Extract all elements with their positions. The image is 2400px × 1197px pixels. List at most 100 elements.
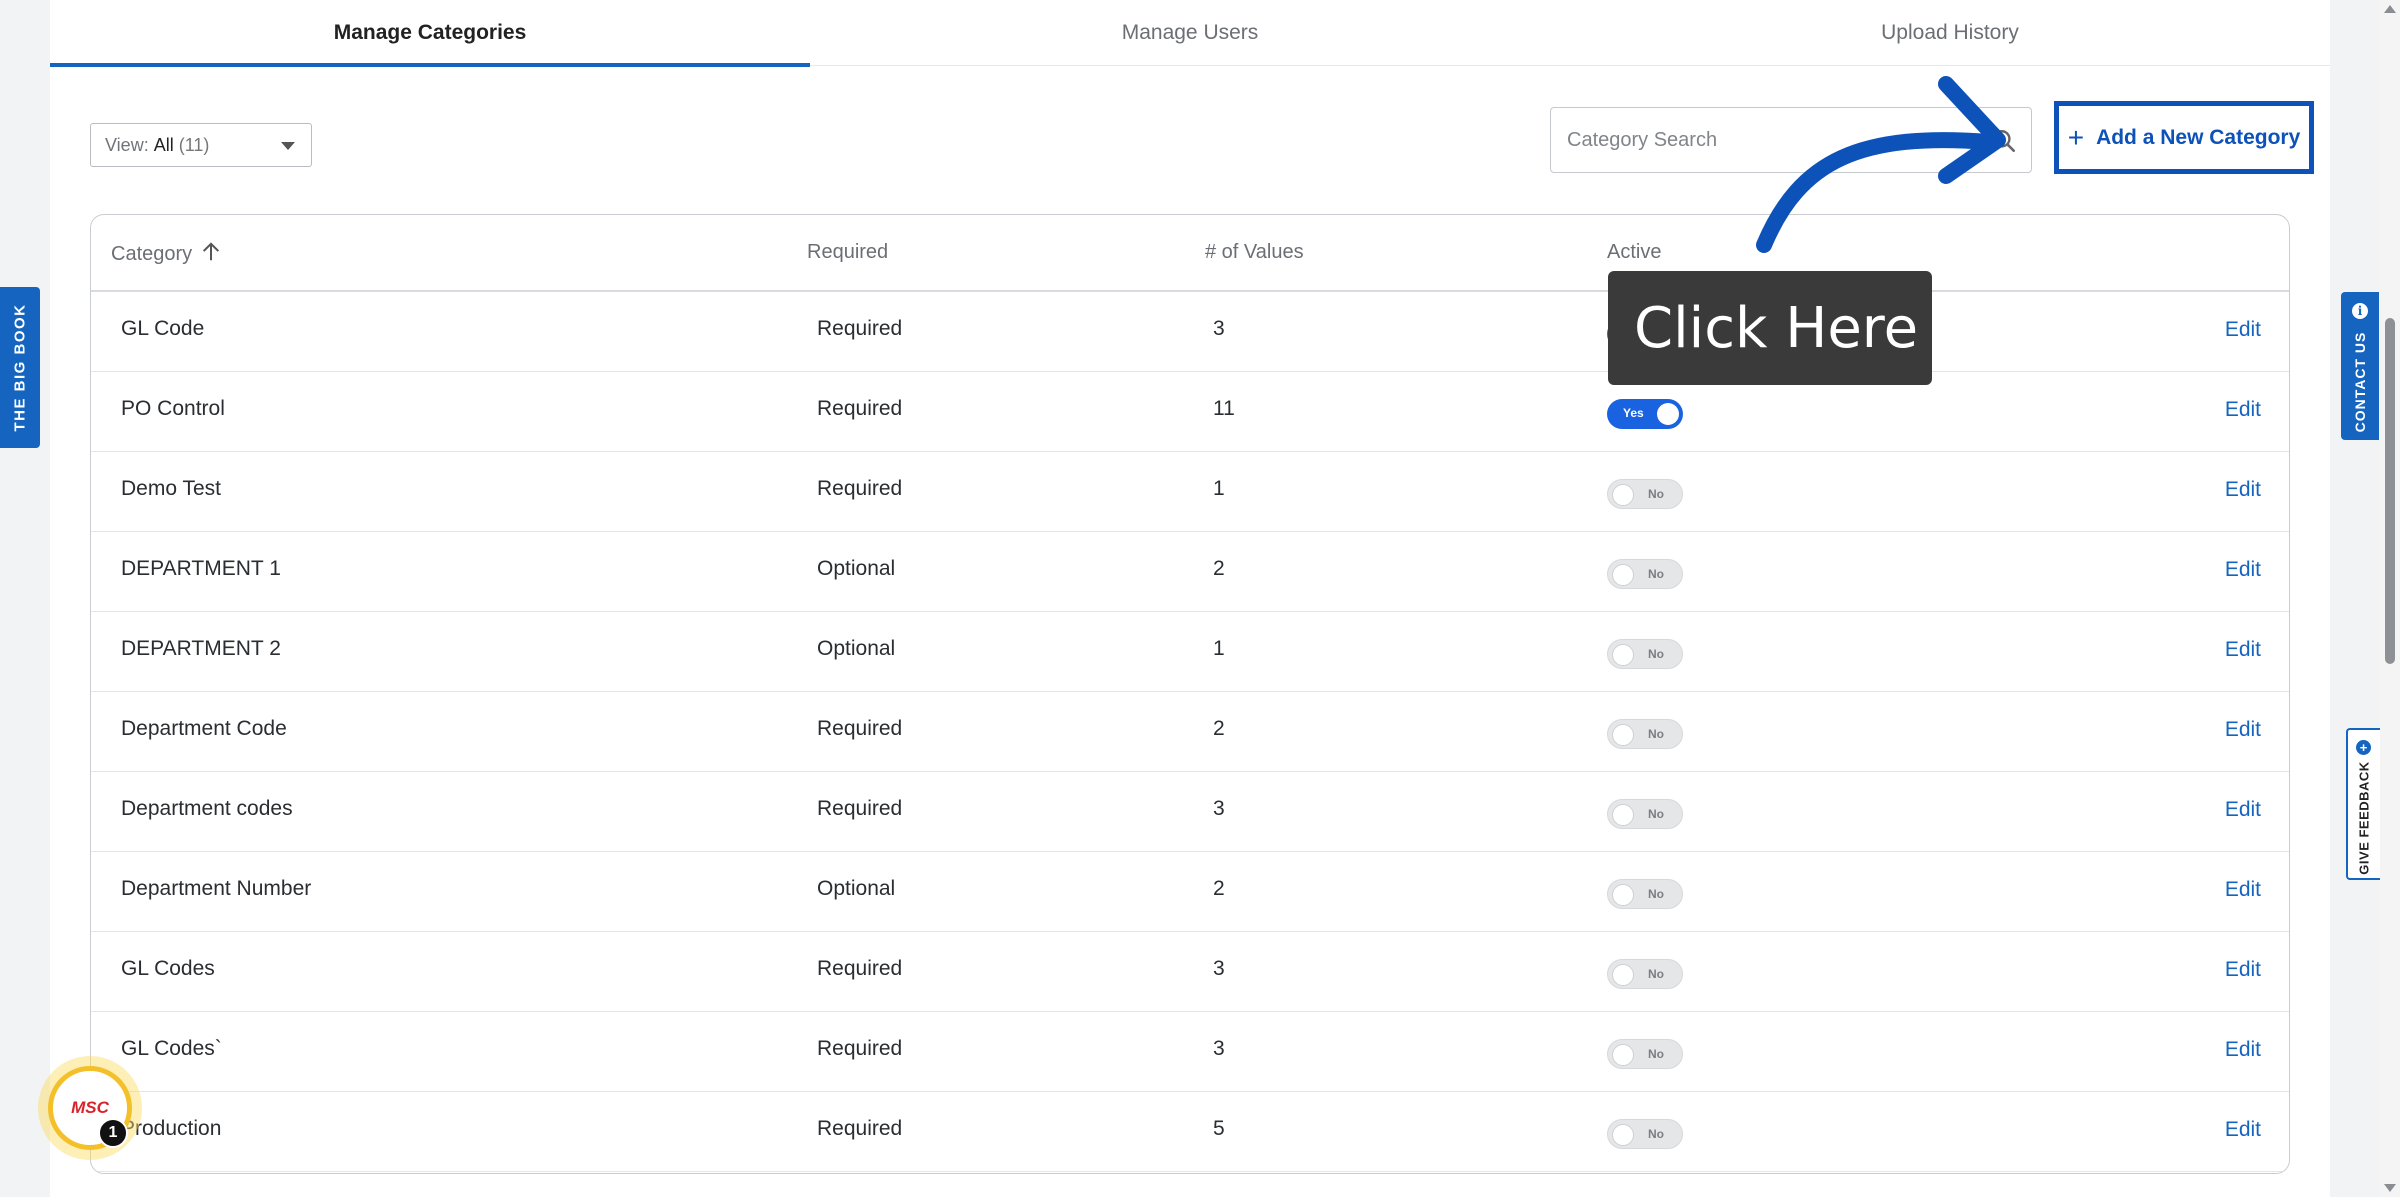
- edit-link[interactable]: Edit: [2225, 798, 2261, 822]
- active-toggle-label: No: [1648, 807, 1664, 821]
- active-toggle-label: No: [1648, 887, 1664, 901]
- active-toggle[interactable]: No: [1607, 479, 1683, 509]
- category-name: GL Codes`: [121, 1037, 222, 1060]
- values-count: 2: [1213, 877, 1225, 900]
- search-icon[interactable]: [1991, 128, 2017, 154]
- plus-circle-icon: +: [2356, 740, 2371, 755]
- toggle-knob: [1612, 804, 1634, 826]
- edit-link[interactable]: Edit: [2225, 1038, 2261, 1062]
- column-header-category[interactable]: Category: [111, 241, 222, 266]
- values-count: 3: [1213, 957, 1225, 980]
- edit-link[interactable]: Edit: [2225, 1118, 2261, 1142]
- category-name: GL Codes: [121, 957, 215, 980]
- required-status: Required: [817, 397, 903, 420]
- active-toggle[interactable]: No: [1607, 879, 1683, 909]
- table-row: Department codes Required 3 No Edit: [91, 772, 2289, 852]
- values-count: 1: [1213, 477, 1225, 500]
- toggle-knob: [1657, 403, 1679, 425]
- table-row: GL CodeRequired3YesEdit: [91, 292, 2289, 372]
- give-feedback-label: GIVE FEEDBACK: [2356, 761, 2372, 875]
- edit-link[interactable]: Edit: [2225, 478, 2261, 502]
- active-toggle[interactable]: Yes: [1607, 399, 1683, 429]
- values-count: 1: [1213, 637, 1225, 660]
- tooltip-text: Click Here: [1634, 295, 1919, 361]
- toggle-knob: [1612, 884, 1634, 906]
- active-toggle-label: No: [1648, 1047, 1664, 1061]
- required-status: Required: [817, 957, 903, 980]
- chevron-down-icon: [281, 142, 295, 150]
- table-row: Production Required 5 No Edit: [91, 1092, 2289, 1172]
- category-name: Department codes: [121, 797, 293, 820]
- active-toggle[interactable]: No: [1607, 959, 1683, 989]
- view-filter-select[interactable]: View: All (11): [90, 123, 312, 167]
- right-rail: [2330, 0, 2378, 1197]
- active-toggle-label: No: [1648, 487, 1664, 501]
- active-toggle[interactable]: No: [1607, 1039, 1683, 1069]
- info-icon: i: [2352, 303, 2368, 319]
- required-status: Required: [817, 317, 903, 340]
- required-status: Optional: [817, 877, 896, 900]
- edit-link[interactable]: Edit: [2225, 638, 2261, 662]
- active-toggle[interactable]: No: [1607, 799, 1683, 829]
- active-toggle-label: Yes: [1623, 406, 1644, 420]
- add-new-category-label: Add a New Category: [2096, 125, 2301, 149]
- edit-link[interactable]: Edit: [2225, 318, 2261, 342]
- table-row: PO Control Required 11 Yes Edit: [91, 372, 2289, 452]
- scroll-thumb[interactable]: [2385, 318, 2395, 664]
- required-status: Required: [817, 717, 903, 740]
- categories-table: Category Required # of Values Active GL …: [90, 214, 2290, 1174]
- tab-manage-users[interactable]: Manage Users: [810, 0, 1570, 66]
- active-toggle[interactable]: No: [1607, 1119, 1683, 1149]
- scroll-down-arrow-icon[interactable]: [2384, 1184, 2396, 1192]
- category-name: Demo Test: [121, 477, 221, 500]
- view-filter-prefix: View:: [105, 134, 149, 155]
- toggle-knob: [1612, 644, 1634, 666]
- page-scrollbar[interactable]: [2380, 0, 2400, 1197]
- active-toggle[interactable]: No: [1607, 719, 1683, 749]
- table-row: Department Code Required 2 No Edit: [91, 692, 2289, 772]
- active-toggle[interactable]: No: [1607, 639, 1683, 669]
- tab-bar: Manage Categories Manage Users Upload Hi…: [50, 0, 2330, 67]
- category-search-input[interactable]: [1567, 128, 1967, 152]
- category-name: PO Control: [121, 397, 225, 420]
- active-toggle-label: No: [1648, 567, 1664, 581]
- column-header-values: # of Values: [1205, 241, 1304, 263]
- table-row: Department Number Optional 2 No Edit: [91, 852, 2289, 932]
- table-row: GL Codes` Required 3 No Edit: [91, 1012, 2289, 1092]
- big-book-tab[interactable]: THE BIG BOOK: [0, 287, 40, 448]
- msc-notification-badge[interactable]: MSC 1: [38, 1056, 142, 1160]
- edit-link[interactable]: Edit: [2225, 398, 2261, 422]
- required-status: Required: [817, 477, 903, 500]
- values-count: 3: [1213, 797, 1225, 820]
- edit-link[interactable]: Edit: [2225, 878, 2261, 902]
- edit-link[interactable]: Edit: [2225, 558, 2261, 582]
- values-count: 5: [1213, 1117, 1225, 1140]
- edit-link[interactable]: Edit: [2225, 718, 2261, 742]
- tab-upload-history[interactable]: Upload History: [1570, 0, 2330, 66]
- table-header: Category Required # of Values Active: [91, 215, 2289, 292]
- column-header-required: Required: [807, 241, 889, 263]
- edit-link[interactable]: Edit: [2225, 958, 2261, 982]
- active-toggle-label: No: [1648, 1127, 1664, 1141]
- toggle-knob: [1612, 724, 1634, 746]
- values-count: 3: [1213, 317, 1225, 340]
- active-toggle-label: No: [1648, 967, 1664, 981]
- add-new-category-button[interactable]: + Add a New Category: [2054, 101, 2314, 174]
- required-status: Required: [817, 1037, 903, 1060]
- contact-us-tab[interactable]: i CONTACT US: [2341, 292, 2379, 440]
- table-row: DEPARTMENT 1 Optional 2 No Edit: [91, 532, 2289, 612]
- give-feedback-tab[interactable]: + GIVE FEEDBACK: [2346, 728, 2380, 880]
- tab-manage-categories[interactable]: Manage Categories: [50, 0, 810, 67]
- toggle-knob: [1612, 484, 1634, 506]
- scroll-up-arrow-icon[interactable]: [2384, 5, 2396, 13]
- click-here-tooltip: Click Here: [1608, 271, 1932, 385]
- left-gutter: [0, 0, 50, 1197]
- table-row: GL Codes Required 3 No Edit: [91, 932, 2289, 1012]
- required-status: Required: [817, 797, 903, 820]
- required-status: Optional: [817, 557, 896, 580]
- notification-count: 1: [98, 1118, 128, 1148]
- active-toggle[interactable]: No: [1607, 559, 1683, 589]
- active-toggle-label: No: [1648, 727, 1664, 741]
- table-row: Demo Test Required 1 No Edit: [91, 452, 2289, 532]
- toggle-knob: [1612, 1124, 1634, 1146]
